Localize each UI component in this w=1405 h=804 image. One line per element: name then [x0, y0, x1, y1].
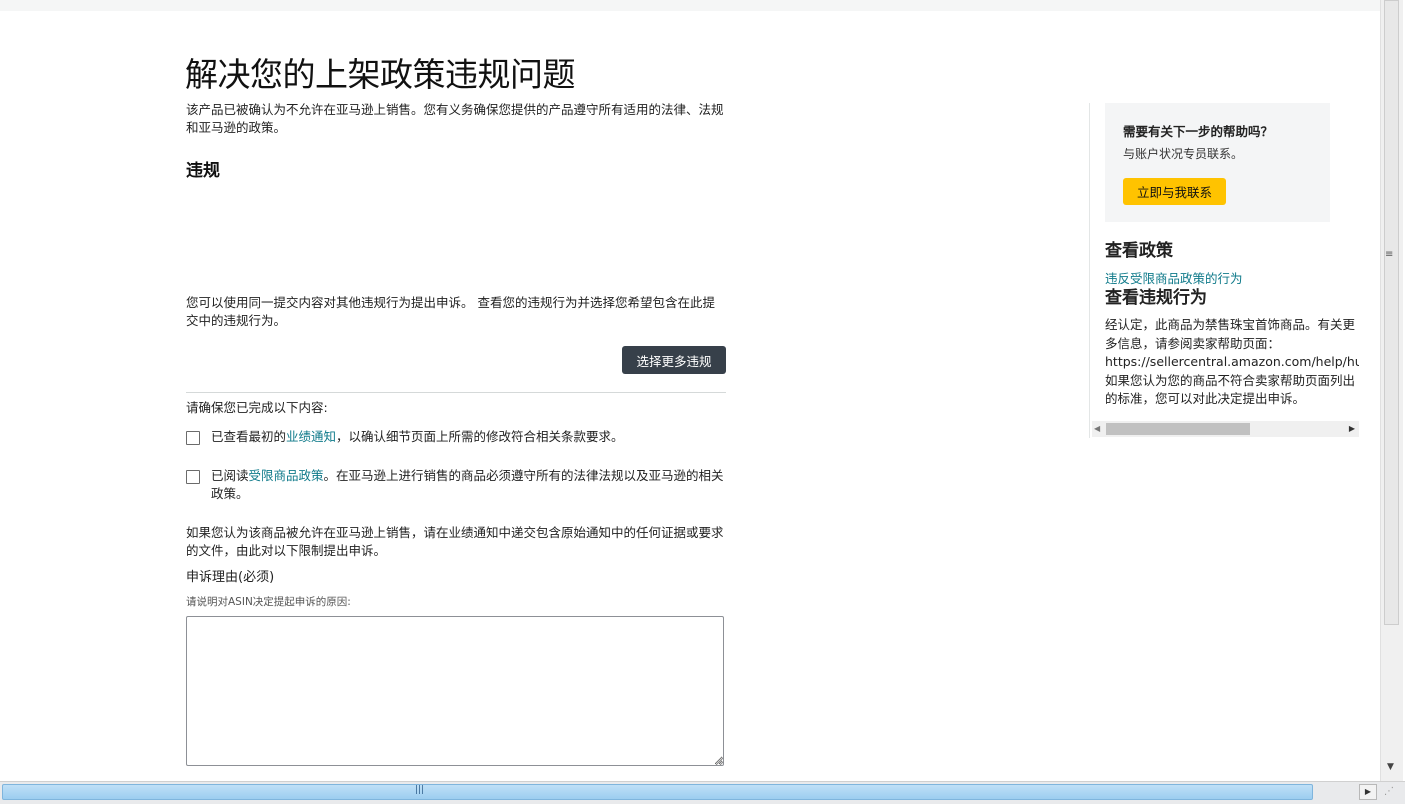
page-horizontal-scrollbar[interactable]: ||| ▶ ⋰ — [0, 781, 1405, 804]
detail-scroll-thumb[interactable] — [1106, 423, 1250, 435]
checklist-label: 请确保您已完成以下内容: — [186, 400, 328, 415]
violations-heading: 违规 — [186, 161, 220, 181]
section-divider — [186, 392, 726, 393]
contact-me-button[interactable]: 立即与我联系 — [1123, 178, 1226, 205]
resize-grip-icon[interactable] — [714, 756, 724, 766]
checkbox-performance-notice-label: 已查看最初的业绩通知，以确认细节页面上所需的修改符合相关条款要求。 — [211, 429, 624, 444]
checkbox-restricted-policy-label: 已阅读受限商品政策。在亚马逊上进行销售的商品必须遵守所有的法律法规以及亚马逊的相… — [211, 468, 724, 501]
right-panel-divider — [1089, 103, 1090, 438]
scroll-left-arrow-icon[interactable]: ◀ — [1094, 424, 1100, 433]
resize-corner-icon: ⋰ — [1384, 786, 1394, 797]
checkbox-performance-notice[interactable] — [186, 431, 200, 445]
appeal-reason-textarea[interactable] — [186, 616, 724, 766]
violation-detail-scroll-area[interactable]: 经认定，此商品为禁售珠宝首饰商品。有关更 多信息，请参阅卖家帮助页面： http… — [1105, 316, 1359, 420]
performance-notice-link[interactable]: 业绩通知 — [286, 429, 336, 444]
select-more-violations-button[interactable]: 选择更多违规 — [622, 346, 726, 374]
page-vertical-scrollbar[interactable]: ≡ ▼ — [1380, 0, 1403, 781]
appeal-reason-label: 申诉理由(必须) — [186, 570, 275, 585]
page-horizontal-scroll-thumb[interactable] — [2, 784, 1313, 800]
horizontal-grip-icon: ||| — [415, 785, 425, 795]
view-policy-heading: 查看政策 — [1105, 241, 1173, 261]
page-intro: 该产品已被确认为不允许在亚马逊上销售。您有义务确保您提供的产品遵守所有适用的法律… — [186, 102, 724, 135]
violation-detail-text: 经认定，此商品为禁售珠宝首饰商品。有关更 多信息，请参阅卖家帮助页面： http… — [1105, 316, 1359, 409]
help-subtitle: 与账户状况专员联系。 — [1123, 147, 1244, 161]
page-vertical-scroll-thumb[interactable] — [1384, 0, 1399, 625]
checkbox-restricted-policy[interactable] — [186, 470, 200, 484]
help-card: 需要有关下一步的帮助吗？ 与账户状况专员联系。 立即与我联系 — [1105, 103, 1330, 222]
scroll-down-arrow-icon[interactable]: ▼ — [1387, 762, 1394, 772]
top-nav-bar — [0, 0, 1380, 11]
appeal-more-text: 您可以使用同一提交内容对其他违规行为提出申诉。 查看您的违规行为并选择您希望包含… — [186, 295, 715, 328]
restricted-policy-violation-link[interactable]: 违反受限商品政策的行为 — [1105, 268, 1243, 287]
appeal-note: 如果您认为该商品被允许在亚马逊上销售，请在业绩通知中递交包含原始通知中的任何证据… — [186, 525, 724, 558]
scroll-right-button-icon[interactable]: ▶ — [1359, 784, 1377, 800]
restricted-products-policy-link[interactable]: 受限商品政策 — [249, 468, 324, 483]
appeal-reason-hint: 请说明对ASIN决定提起申诉的原因: — [186, 596, 351, 608]
scroll-right-arrow-icon[interactable]: ▶ — [1349, 424, 1355, 433]
scroll-grip-icon: ≡ — [1385, 249, 1394, 260]
view-violation-heading: 查看违规行为 — [1105, 288, 1207, 308]
detail-horizontal-scrollbar[interactable]: ◀ ▶ — [1092, 421, 1359, 437]
seller-help-url[interactable]: https://sellercentral.amazon.com/help/hu… — [1105, 353, 1359, 372]
page-title: 解决您的上架政策违规问题 — [185, 55, 576, 94]
help-title: 需要有关下一步的帮助吗？ — [1123, 124, 1274, 139]
